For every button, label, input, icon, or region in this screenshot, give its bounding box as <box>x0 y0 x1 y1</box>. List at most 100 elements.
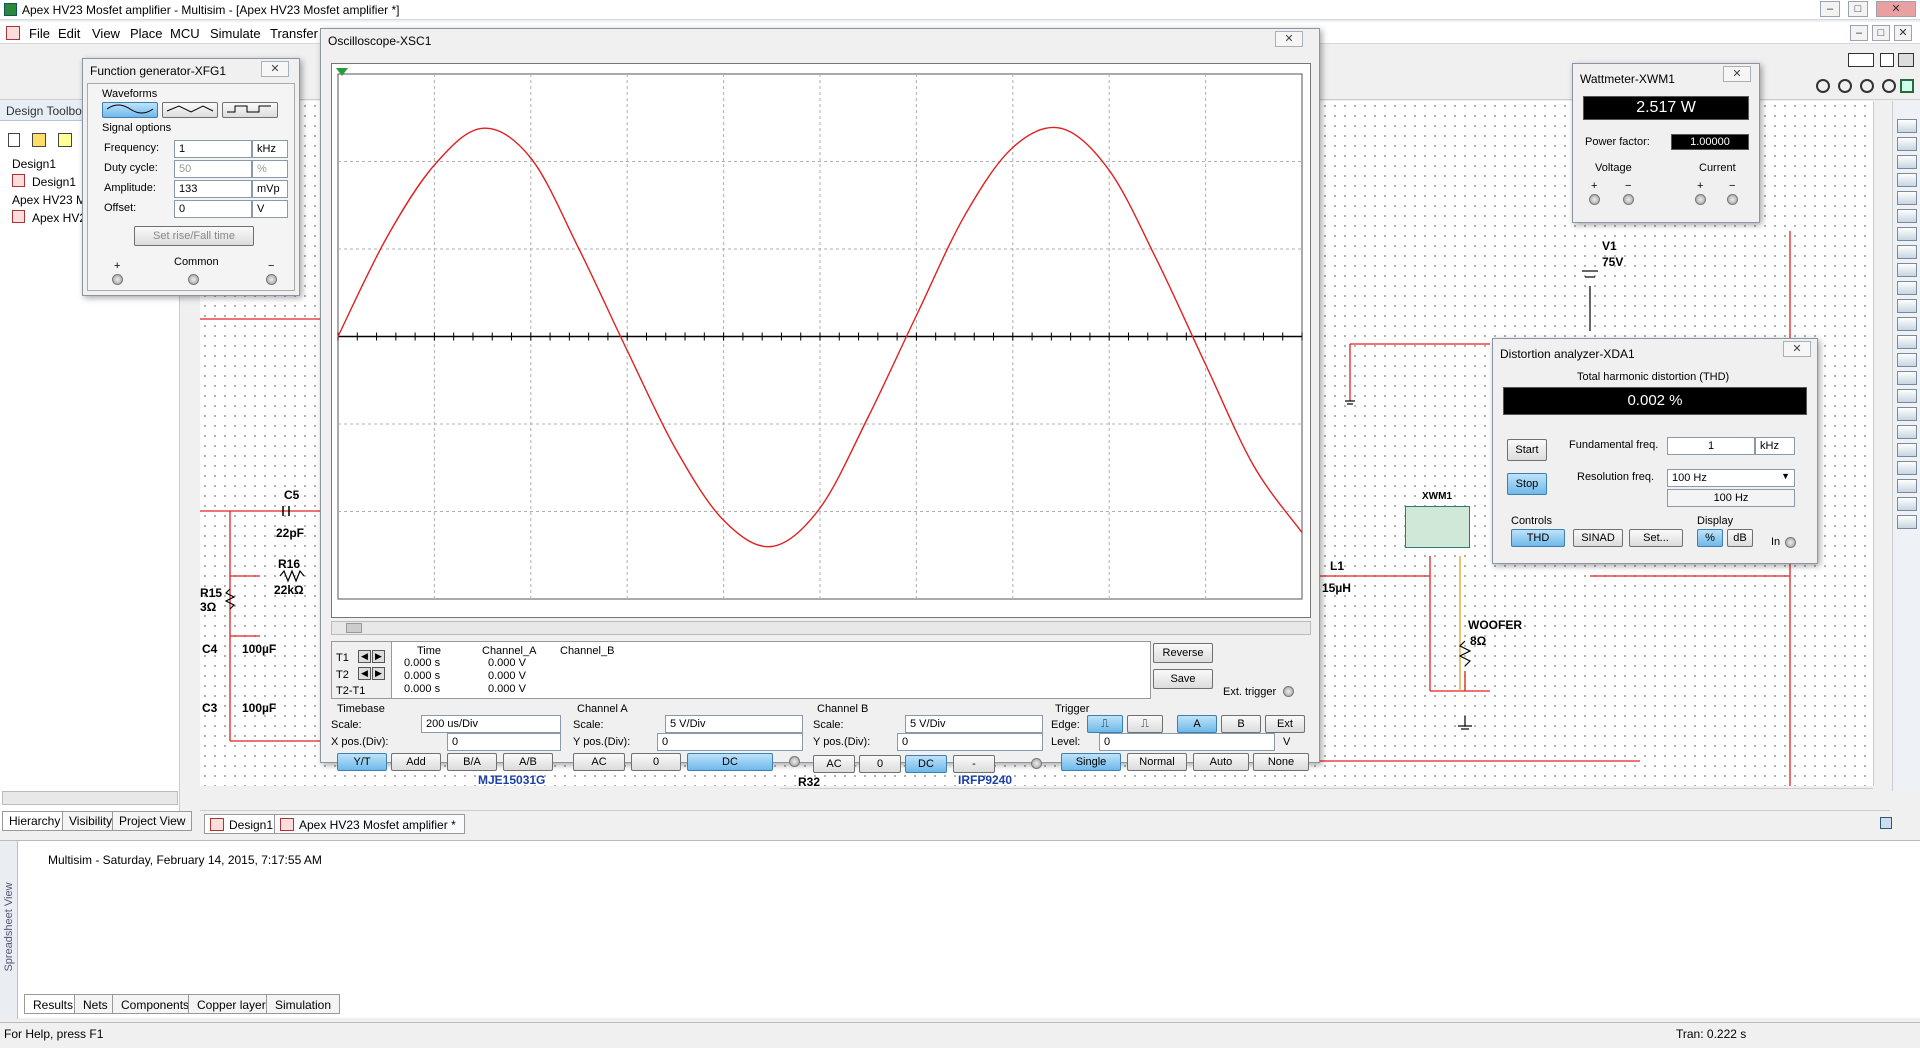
mdi-restore-button[interactable]: □ <box>1872 25 1890 41</box>
instrument-four-channel-scope-icon[interactable] <box>1897 191 1917 205</box>
falling-edge-button[interactable]: ⎍ <box>1127 715 1163 733</box>
fgen-common-terminal[interactable] <box>188 274 199 285</box>
wattmeter-symbol[interactable] <box>1405 506 1470 548</box>
instrument-extra-icon[interactable] <box>1897 515 1917 529</box>
start-button[interactable]: Start <box>1507 439 1547 461</box>
channel-b-minus-button[interactable]: - <box>953 755 995 773</box>
tab-nets[interactable]: Nets <box>74 994 117 1014</box>
instrument-logic-converter-icon[interactable] <box>1897 263 1917 277</box>
instrument-tektronix-scope-icon[interactable] <box>1897 425 1917 439</box>
menu-place[interactable]: Place <box>130 26 163 41</box>
canvas-vscroll[interactable] <box>1873 101 1890 786</box>
close-button[interactable]: ✕ <box>1876 1 1916 17</box>
instrument-network-analyzer-icon[interactable] <box>1897 353 1917 367</box>
minimize-button[interactable]: – <box>1820 1 1840 17</box>
timebase-scale-input[interactable]: 200 us/Div <box>421 715 561 733</box>
channel-a-dc-button[interactable]: DC <box>687 753 773 771</box>
menu-file[interactable]: File <box>29 26 50 41</box>
menu-simulate[interactable]: Simulate <box>210 26 261 41</box>
zoom-area-icon[interactable] <box>1860 79 1874 93</box>
set-button[interactable]: Set... <box>1629 529 1683 547</box>
rising-edge-button[interactable]: ⎍ <box>1087 715 1123 733</box>
tree-item-design1-root[interactable]: Design1 <box>12 157 56 171</box>
doc-tab-design1[interactable]: Design1 <box>204 814 283 834</box>
db-button[interactable]: dB <box>1727 529 1753 547</box>
triangle-wave-button[interactable] <box>162 102 218 118</box>
set-rise-fall-button[interactable]: Set rise/Fall time <box>134 226 254 246</box>
instrument-word-generator-icon[interactable] <box>1897 245 1917 259</box>
toolbar-switch-icon[interactable] <box>1848 53 1874 67</box>
distortion-close-button[interactable]: ✕ <box>1783 341 1811 357</box>
tab-project-view[interactable]: Project View <box>112 811 193 831</box>
instrument-spectrum-analyzer-icon[interactable] <box>1897 335 1917 349</box>
instrument-labview-icon[interactable] <box>1897 443 1917 457</box>
fundamental-freq-unit[interactable]: kHz <box>1755 437 1795 455</box>
fgen-plus-terminal[interactable] <box>112 274 123 285</box>
scope-screen[interactable] <box>332 64 1310 617</box>
fgen-minus-terminal[interactable] <box>266 274 277 285</box>
duty-cycle-unit[interactable]: % <box>252 160 288 178</box>
instrument-voltage-probe-icon[interactable] <box>1897 497 1917 511</box>
instrument-distortion-analyzer-icon[interactable] <box>1897 317 1917 331</box>
zoom-in-icon[interactable] <box>1816 79 1830 93</box>
tree-item-apex-root[interactable]: Apex HV23 M <box>12 193 86 207</box>
voltage-minus-terminal[interactable] <box>1623 194 1634 205</box>
tab-visibility[interactable]: Visibility <box>62 811 120 831</box>
channel-b-ypos-input[interactable]: 0 <box>897 733 1043 751</box>
t1-left-arrow-icon[interactable]: ◀ <box>358 650 371 663</box>
sine-wave-button[interactable] <box>102 102 158 118</box>
frequency-input[interactable]: 1 <box>174 140 252 158</box>
trigger-normal-button[interactable]: Normal <box>1127 753 1187 771</box>
add-button[interactable]: Add <box>391 753 441 771</box>
instrument-frequency-counter-icon[interactable] <box>1897 227 1917 241</box>
instrument-iv-analyzer-icon[interactable] <box>1897 299 1917 313</box>
ba-button[interactable]: B/A <box>447 753 497 771</box>
doc-tab-apex[interactable]: Apex HV23 Mosfet amplifier * <box>274 814 465 834</box>
maximize-button[interactable]: □ <box>1848 1 1868 17</box>
t1-right-arrow-icon[interactable]: ▶ <box>372 650 385 663</box>
channel-b-dc-button[interactable]: DC <box>905 755 947 773</box>
stop-button[interactable]: Stop <box>1507 473 1547 495</box>
tab-hierarchy[interactable]: Hierarchy <box>2 811 68 831</box>
offset-input[interactable]: 0 <box>174 200 252 218</box>
scope-hscroll-thumb[interactable] <box>346 623 362 633</box>
wattmeter-close-button[interactable]: ✕ <box>1723 66 1751 82</box>
trigger-source-b-button[interactable]: B <box>1221 715 1261 733</box>
instrument-logic-analyzer-icon[interactable] <box>1897 281 1917 295</box>
scope-close-button[interactable]: ✕ <box>1275 31 1303 47</box>
channel-b-terminal[interactable] <box>1031 758 1042 769</box>
current-plus-terminal[interactable] <box>1695 194 1706 205</box>
channel-b-ac-button[interactable]: AC <box>813 755 855 773</box>
duty-cycle-input[interactable]: 50 <box>174 160 252 178</box>
new-icon[interactable] <box>8 133 20 147</box>
square-wave-button[interactable] <box>222 102 278 118</box>
channel-a-ac-button[interactable]: AC <box>573 753 625 771</box>
save-icon[interactable] <box>58 133 72 147</box>
voltage-plus-terminal[interactable] <box>1589 194 1600 205</box>
fgen-close-button[interactable]: ✕ <box>261 61 289 77</box>
yt-button[interactable]: Y/T <box>337 753 387 771</box>
pin-icon[interactable] <box>1880 817 1892 829</box>
ab-button[interactable]: A/B <box>503 753 553 771</box>
canvas-hscroll[interactable] <box>780 788 1873 805</box>
percent-button[interactable]: % <box>1697 529 1723 547</box>
channel-a-ypos-input[interactable]: 0 <box>657 733 803 751</box>
zoom-sheet-icon[interactable] <box>1882 79 1896 93</box>
scope-hscroll[interactable] <box>331 621 1311 635</box>
fullscreen-icon[interactable] <box>1900 79 1914 93</box>
instrument-multimeter-icon[interactable] <box>1897 119 1917 133</box>
resolution-freq-select[interactable]: 100 Hz ▼ <box>1667 469 1795 487</box>
channel-a-zero-button[interactable]: 0 <box>631 753 681 771</box>
instrument-agilent-generator-icon[interactable] <box>1897 371 1917 385</box>
instrument-bode-plotter-icon[interactable] <box>1897 209 1917 223</box>
t2-left-arrow-icon[interactable]: ◀ <box>358 667 371 680</box>
toolbar-window-icon[interactable] <box>1880 53 1894 67</box>
current-minus-terminal[interactable] <box>1727 194 1738 205</box>
instrument-agilent-multimeter-icon[interactable] <box>1897 389 1917 403</box>
instrument-probe-icon[interactable] <box>1897 461 1917 475</box>
timebase-xpos-input[interactable]: 0 <box>447 733 561 751</box>
fundamental-freq-input[interactable]: 1 <box>1667 437 1755 455</box>
offset-unit[interactable]: V <box>252 200 288 218</box>
toolbar-bars-icon[interactable] <box>1898 53 1914 67</box>
trigger-source-a-button[interactable]: A <box>1177 715 1217 733</box>
